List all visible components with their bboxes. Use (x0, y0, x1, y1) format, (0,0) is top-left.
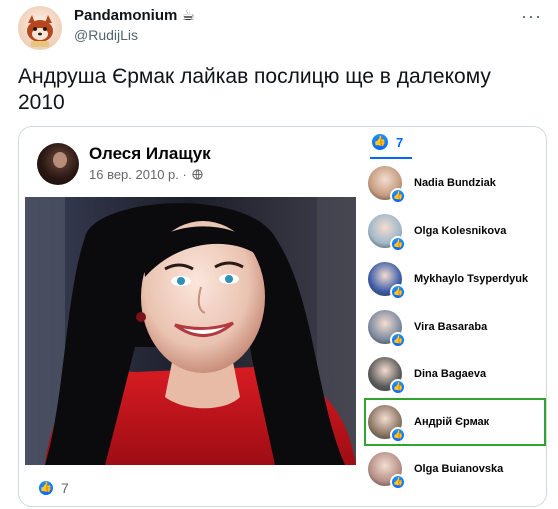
liker-avatar[interactable]: 👍 (368, 262, 406, 300)
liker-item[interactable]: 👍 Olga Buianovska (368, 449, 542, 490)
liker-item[interactable]: 👍 Mykhaylo Tsyperdyuk (368, 259, 542, 300)
thumbs-up-icon: 👍 (390, 332, 406, 348)
tweet-text: Андруша Єрмак лайкав послицю ще в далеко… (18, 65, 491, 114)
likers-panel: 👍 7 👍 Nadia Bundziak 👍 Olga Kolesnikova 👍 Myk… (356, 127, 546, 506)
likers-tab-underline (370, 157, 412, 159)
thumbs-up-icon: 👍 (390, 188, 406, 204)
tweet-media-image[interactable]: Олеся Илащук 16 вер. 2010 р. · 👍 7 👍 7 👍… (18, 126, 547, 507)
thumbs-up-icon: 👍 (390, 474, 406, 490)
thumbs-up-icon: 👍 (390, 236, 406, 252)
likers-tab-all[interactable]: 👍 7 (370, 131, 403, 153)
liker-name[interactable]: Nadia Bundziak (414, 177, 496, 189)
thumbs-up-icon: 👍 (390, 379, 406, 395)
liker-name[interactable]: Mykhaylo Tsyperdyuk (414, 273, 528, 285)
tweet: Pandamonium ☕ @RudijLis ··· Андруша Єрма… (0, 0, 558, 509)
liker-item[interactable]: 👍 Dina Bagaeva (368, 354, 542, 395)
fb-post-date: 16 вер. 2010 р. · (89, 167, 204, 182)
likers-count: 7 (396, 134, 404, 150)
more-dots-icon[interactable]: ··· (521, 6, 542, 27)
liker-avatar[interactable]: 👍 (368, 405, 406, 443)
thumbs-up-icon: 👍 (390, 284, 406, 300)
coffee-emoji-icon: ☕ (181, 7, 195, 24)
fb-like-count[interactable]: 👍 7 (37, 479, 69, 497)
liker-name[interactable]: Vira Basaraba (414, 321, 487, 333)
author-name[interactable]: Pandamonium ☕ (74, 6, 195, 24)
liker-name[interactable]: Olga Kolesnikova (414, 225, 506, 237)
liker-name[interactable]: Dina Bagaeva (414, 368, 486, 380)
liker-item[interactable]: 👍 Olga Kolesnikova (368, 211, 542, 252)
liker-item[interactable]: 👍 Андрій Єрмак (364, 398, 546, 446)
thumbs-up-icon: 👍 (390, 427, 406, 443)
liker-name[interactable]: Андрій Єрмак (414, 416, 489, 428)
author-avatar[interactable] (18, 6, 62, 50)
fb-author-avatar (37, 143, 79, 185)
author-handle[interactable]: @RudijLis (74, 27, 138, 43)
fb-author-name: Олеся Илащук (89, 144, 211, 163)
liker-name[interactable]: Olga Buianovska (414, 463, 503, 475)
thumbs-up-icon: 👍 (37, 479, 55, 497)
thumbs-up-icon: 👍 (370, 132, 390, 152)
fb-post-photo (25, 197, 356, 465)
globe-icon (192, 169, 204, 180)
liker-avatar[interactable]: 👍 (368, 166, 406, 204)
liker-avatar[interactable]: 👍 (368, 357, 406, 395)
author-name-text[interactable]: Pandamonium (74, 7, 177, 24)
facebook-post-screenshot: Олеся Илащук 16 вер. 2010 р. · 👍 7 (19, 127, 356, 506)
fb-like-count-value: 7 (61, 480, 69, 496)
liker-avatar[interactable]: 👍 (368, 310, 406, 348)
fb-date-text: 16 вер. 2010 р. · (89, 167, 187, 182)
liker-avatar[interactable]: 👍 (368, 452, 406, 490)
liker-item[interactable]: 👍 Vira Basaraba (368, 307, 542, 348)
liker-item[interactable]: 👍 Nadia Bundziak (368, 163, 542, 204)
liker-avatar[interactable]: 👍 (368, 214, 406, 252)
